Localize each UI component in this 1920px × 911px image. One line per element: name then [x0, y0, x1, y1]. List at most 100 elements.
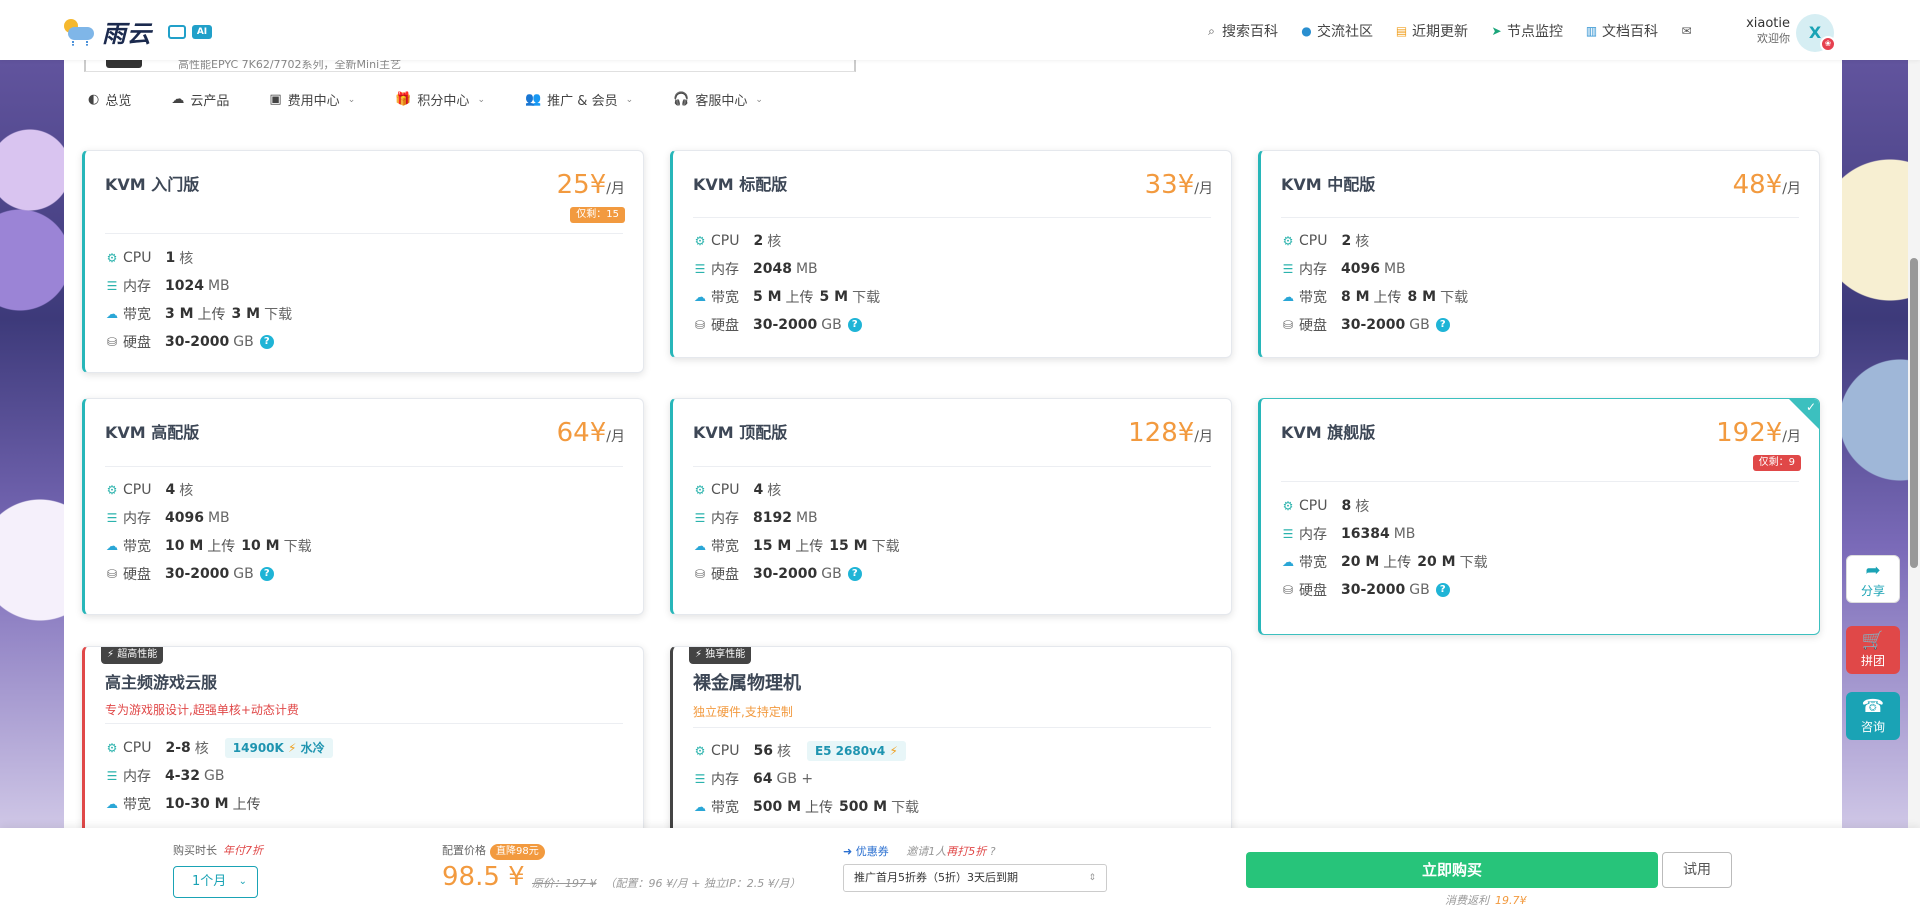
consult-label: 咨询 [1860, 720, 1885, 734]
trial-button[interactable]: 试用 [1662, 852, 1732, 888]
spec-memory: ☰ 内存 8192 MB [694, 510, 818, 527]
tab-promotion[interactable]: 👥 推广 & 会员 ⌄ [525, 90, 633, 109]
nav-node-monitor[interactable]: ➤ 节点监控 [1490, 21, 1563, 41]
help-icon[interactable]: ? [259, 567, 274, 581]
spec-disk: ⛁ 硬盘 30-2000 GB? [1281, 576, 1488, 604]
tab-overview[interactable]: ◐ 总览 [88, 90, 131, 109]
plan-card-top[interactable]: KVM 顶配版 128¥/月 ⚙ CPU 4 核 ☰ 内存 8192 MB ☁ 带宽 15 M上… [670, 398, 1232, 615]
send-icon: ➤ [1491, 23, 1502, 38]
cart-icon: 🛒 [1861, 630, 1885, 651]
tab-cloud-products[interactable]: ☁ 云产品 [171, 90, 229, 109]
spec-list: ⚙ CPU 4 核 ☰ 内存 4096 MB ☁ 带宽 10 M 上传 10 M 下载 ⛁ 硬盘 30-2… [105, 476, 312, 588]
scrollbar-thumb[interactable] [1910, 258, 1918, 568]
nav-label: 文档百科 [1602, 24, 1658, 40]
cpu-icon: ⚙ [1282, 234, 1294, 248]
spec-cpu: ⚙ CPU 2 核 [694, 233, 782, 250]
coupon-arrow-icon: ➜ [843, 845, 853, 858]
notice-tag [106, 60, 142, 68]
image-icon[interactable] [168, 24, 186, 39]
plan-card-medium[interactable]: KVM 中配版 48¥/月 ⚙ CPU 2 核 ☰ 内存 4096 MB ☁ 带宽 8 M 上传 8… [1258, 150, 1820, 358]
plan-card-flagship[interactable]: ✓ KVM 旗舰版 192¥/月 仅剩：9 ⚙ CPU 8 核 ☰ 内存 16384 MB … [1258, 398, 1820, 635]
headset-icon: 🎧 [673, 92, 690, 107]
divider [105, 723, 623, 724]
nav-search-wiki[interactable]: ⌕ 搜索百科 [1205, 21, 1278, 41]
help-icon[interactable]: ? [847, 318, 862, 332]
plan-title: KVM 入门版 [105, 175, 200, 194]
tab-billing[interactable]: ▣ 费用中心 ⌄ [269, 90, 355, 109]
nav-community[interactable]: ● 交流社区 [1300, 21, 1373, 41]
purchase-bar: 购买时长 年付7折 1个月 ⌄ 配置价格 直降98元 98.5 ¥ 原价：197 ¥… [0, 828, 1920, 911]
share-button[interactable]: ➦ 分享 [1846, 555, 1900, 603]
wallet-icon: ▣ [269, 92, 282, 107]
cloud-upload-icon: ☁ [694, 539, 706, 553]
database-icon: ⛁ [106, 335, 118, 349]
spec-bandwidth: ☁ 带宽 20 M 上传 20 M 下载 [1282, 554, 1488, 571]
plan-card-entry[interactable]: KVM 入门版 25¥/月 仅剩：15 ⚙ CPU 1 核 ☰ 内存 1024 MB ☁ 带宽… [82, 150, 644, 373]
stock-badge: 仅剩：9 [1752, 455, 1801, 471]
divider [693, 466, 1211, 467]
user-name: xiaotie [1746, 16, 1790, 31]
plan-title: KVM 高配版 [105, 423, 200, 442]
special-desc: 专为游戏服设计,超强单核+动态计费 [105, 703, 299, 717]
brand-logo[interactable]: 雨云 AI [62, 14, 212, 49]
main-panel: 高性能EPYC 7K62/7702系列，全新Mini主艺 ◐ 总览 ☁ 云产品 … [64, 58, 1842, 846]
database-icon: ⛁ [106, 567, 118, 581]
divider [1281, 217, 1799, 218]
tab-points[interactable]: 🎁 积分中心 ⌄ [395, 90, 485, 109]
total-price: 98.5 ¥ [442, 862, 525, 892]
search-icon: ⌕ [1208, 23, 1215, 38]
divider [105, 466, 623, 467]
help-icon[interactable]: ? [259, 335, 274, 349]
tab-label: 客服中心 [695, 94, 748, 109]
duration-hint: 年付7折 [223, 844, 263, 857]
mail-icon: ✉ [1681, 23, 1692, 38]
memory-icon: ☰ [1282, 262, 1294, 276]
divider [693, 727, 1211, 728]
mail-button[interactable]: ✉ [1680, 23, 1693, 38]
cloud-upload-icon: ☁ [106, 797, 118, 811]
nav-label: 搜索百科 [1222, 24, 1278, 40]
help-icon[interactable]: ? [1435, 318, 1450, 332]
group-buy-label: 拼团 [1860, 654, 1885, 668]
spec-list: ⚙ CPU 8 核 ☰ 内存 16384 MB ☁ 带宽 20 M 上传 20 M 下载 ⛁ 硬盘 30-… [1281, 492, 1488, 604]
buy-now-button[interactable]: 立即购买 [1246, 852, 1658, 888]
consult-button[interactable]: ☎ 咨询 [1846, 692, 1900, 740]
plan-price: 33¥/月 [1144, 170, 1213, 200]
spec-cpu: ⚙ CPU 4 核 [694, 482, 782, 499]
spec-bandwidth: ☁ 带宽 10 M 上传 10 M 下载 [106, 538, 312, 555]
spec-cpu: ⚙ CPU 2 核 [1282, 233, 1370, 250]
spec-disk: ⛁ 硬盘 30-2000 GB? [693, 560, 900, 588]
ai-icon[interactable]: AI [192, 24, 212, 39]
special-card-gaming[interactable]: ⚡ 超高性能 高主频游戏云服 专为游戏服设计,超强单核+动态计费 ⚙ CPU 2-8… [82, 646, 644, 846]
chevron-down-icon: ⌄ [625, 94, 634, 105]
tab-label: 云产品 [190, 94, 230, 109]
plan-card-standard[interactable]: KVM 标配版 33¥/月 ⚙ CPU 2 核 ☰ 内存 2048 MB ☁ 带宽 5 M 上传 5… [670, 150, 1232, 358]
special-card-bare-metal[interactable]: ⚡ 独享性能 裸金属物理机 独立硬件,支持定制 ⚙ CPU 56 核 E5 2680v4… [670, 646, 1232, 846]
spec-memory: ☰ 内存 1024 MB [106, 278, 230, 295]
cloud-upload-icon: ☁ [694, 800, 706, 814]
duration-select[interactable]: 1个月 ⌄ [173, 866, 258, 898]
cloud-upload-icon: ☁ [106, 539, 118, 553]
cpu-icon: ⚙ [694, 744, 706, 758]
memory-icon: ☰ [106, 279, 118, 293]
nav-updates[interactable]: ▤ 近期更新 [1395, 21, 1468, 41]
coupon-select[interactable]: 推广首月5折券（5折）3天后到期 ⇕ [843, 864, 1107, 892]
divider [105, 233, 623, 234]
help-icon[interactable]: ? [1435, 583, 1450, 597]
help-icon: ? [989, 845, 996, 858]
plan-card-high[interactable]: KVM 高配版 64¥/月 ⚙ CPU 4 核 ☰ 内存 4096 MB ☁ 带宽 10 M 上传… [82, 398, 644, 615]
page-scrollbar[interactable] [1908, 60, 1920, 911]
spec-bandwidth: ☁ 带宽 5 M 上传 5 M 下载 [694, 289, 881, 306]
spec-list: ⚙ CPU 2 核 ☰ 内存 2048 MB ☁ 带宽 5 M 上传 5 M 下载 ⛁ 硬盘 30-200… [693, 227, 880, 339]
group-buy-button[interactable]: 🛒 拼团 [1846, 626, 1900, 674]
tab-support[interactable]: 🎧 客服中心 ⌄ [673, 90, 763, 109]
nav-docs[interactable]: ▥ 文档百科 [1585, 21, 1658, 41]
cpu-icon: ⚙ [1282, 499, 1294, 513]
brand-name: 雨云 [102, 20, 152, 48]
cpu-model-chip: E5 2680v4 ⚡ [806, 741, 906, 761]
chevron-down-icon: ⌄ [755, 94, 763, 105]
bolt-icon: ⚡ [288, 741, 297, 755]
user-info[interactable]: xiaotie 欢迎你 [1740, 16, 1790, 46]
help-icon[interactable]: ? [847, 567, 862, 581]
avatar[interactable]: X ❀ [1796, 14, 1836, 52]
